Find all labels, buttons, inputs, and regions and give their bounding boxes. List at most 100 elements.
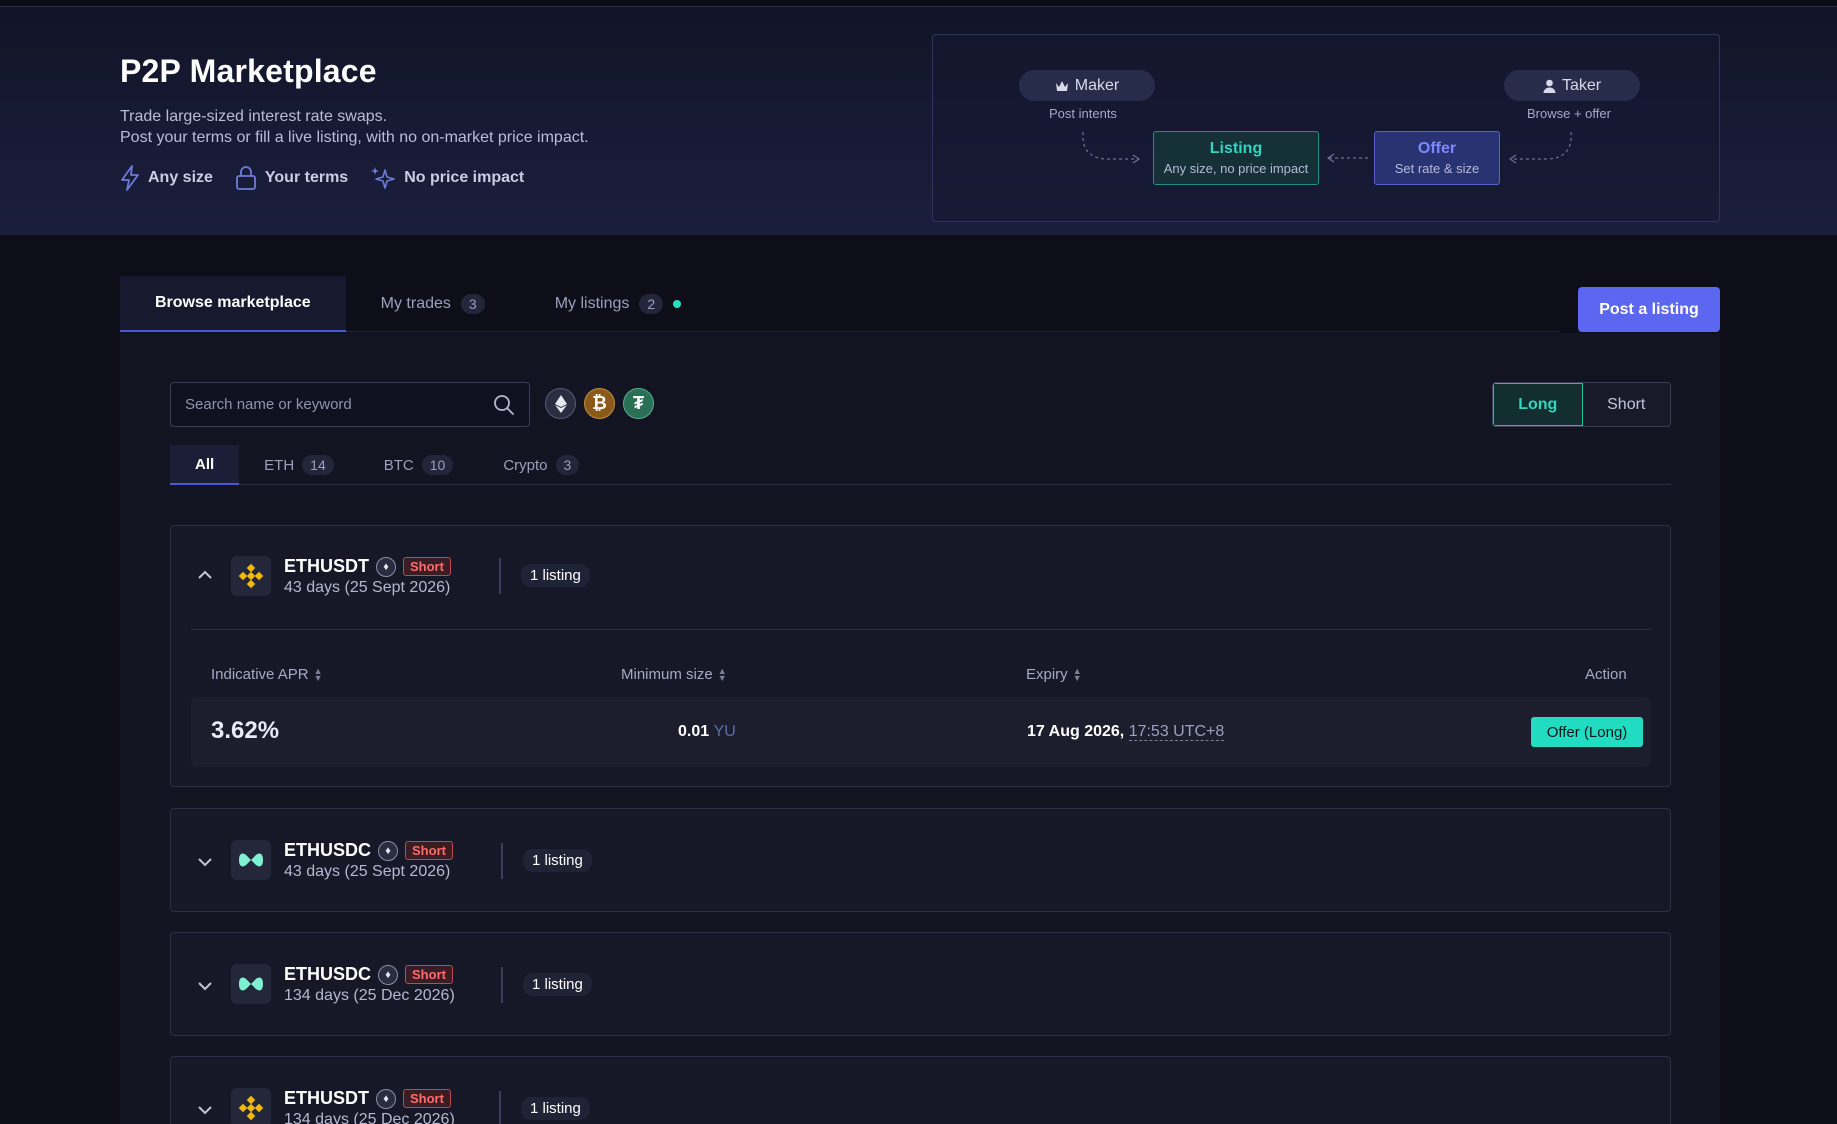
market-card-header[interactable]: ETHUSDC ♦ Short 134 days (25 Dec 2026) 1… [171, 933, 1670, 1033]
column-action: Action [1585, 666, 1627, 683]
tab-my-listings[interactable]: My listings 2 [520, 276, 716, 332]
filter-eth[interactable]: ETH 14 [239, 445, 359, 485]
column-min-size[interactable]: Minimum size ▲ ▼ [621, 666, 727, 683]
hero-subtitle: Trade large-sized interest rate swaps. P… [120, 106, 589, 148]
search-input[interactable] [185, 396, 493, 413]
listing-count-badge: 1 listing [521, 564, 590, 587]
lock-icon [236, 166, 256, 190]
card-divider [191, 629, 1651, 630]
ethereum-icon: ♦ [378, 964, 399, 985]
side-badge: Short [405, 841, 453, 860]
listing-node-title: Listing [1209, 140, 1263, 157]
market-card-header[interactable]: ETHUSDC ♦ Short 43 days (25 Sept 2026) 1… [171, 809, 1670, 909]
feature-any-size: Any size [120, 165, 213, 191]
sort-icon: ▲ ▼ [717, 665, 727, 683]
min-size-unit: YU [713, 723, 736, 740]
column-label: Indicative APR [211, 666, 309, 683]
pair-term: 43 days (25 Sept 2026) [284, 579, 451, 596]
pair-name: ETHUSDT [284, 556, 369, 576]
binance-icon [231, 1088, 271, 1124]
filter-count-badge: 14 [302, 455, 334, 475]
tether-icon[interactable]: ₮ [623, 388, 654, 419]
filter-all[interactable]: All [170, 445, 240, 485]
category-filters: All ETH 14 BTC 10 Crypto 3 [170, 445, 1671, 485]
notification-dot [673, 300, 682, 308]
expiry-time[interactable]: 17:53 UTC+8 [1128, 723, 1225, 741]
chevron-down-icon[interactable] [197, 1099, 213, 1120]
search-box [170, 382, 530, 427]
listing-count-badge: 1 listing [523, 849, 592, 872]
market-card: ETHUSDC ♦ Short 43 days (25 Sept 2026) 1… [170, 808, 1671, 912]
divider [501, 967, 503, 1003]
side-badge: Short [403, 1089, 451, 1108]
feature-your-terms: Your terms [235, 165, 348, 191]
tab-count-badge: 2 [639, 294, 664, 314]
side-badge: Short [403, 557, 451, 576]
column-label: Expiry [1026, 666, 1068, 683]
filter-label: Crypto [503, 456, 548, 474]
top-border [0, 0, 1837, 7]
ethereum-icon: ♦ [378, 840, 399, 861]
ethereum-icon: ♦ [376, 1088, 396, 1109]
maker-taker-diagram: Maker Post intents Taker Browse + offer … [932, 34, 1720, 222]
offer-long-button[interactable]: Offer (Long) [1531, 717, 1643, 747]
pair-title: ETHUSDT ♦ Short [284, 1088, 451, 1109]
filter-label: All [195, 455, 215, 473]
feature-label: No price impact [404, 169, 525, 186]
chevron-down-icon[interactable] [197, 851, 213, 872]
feature-label: Any size [148, 169, 213, 186]
market-card-header[interactable]: ETHUSDT ♦ Short 134 days (25 Dec 2026) 1… [171, 1057, 1670, 1124]
pair-name: ETHUSDT [284, 1088, 369, 1108]
ethereum-icon[interactable] [545, 388, 576, 419]
sort-icon: ▲ ▼ [313, 665, 323, 683]
tab-my-trades[interactable]: My trades 3 [346, 276, 520, 332]
long-option[interactable]: Long [1493, 383, 1583, 426]
pair-title: ETHUSDC ♦ Short [284, 964, 453, 985]
offer-node: Offer Set rate & size [1374, 131, 1500, 185]
hero-subtitle-line-1: Trade large-sized interest rate swaps. [120, 108, 388, 125]
binance-icon [231, 556, 271, 596]
feature-label: Your terms [264, 169, 349, 186]
filter-crypto[interactable]: Crypto 3 [478, 445, 604, 485]
post-listing-button[interactable]: Post a listing [1578, 287, 1720, 332]
listing-node-subtitle: Any size, no price impact [1163, 161, 1309, 176]
main-tabs: Browse marketplace My trades 3 My listin… [120, 276, 1560, 332]
min-size-amount: 0.01 [678, 723, 710, 740]
market-card: ETHUSDC ♦ Short 134 days (25 Dec 2026) 1… [170, 932, 1671, 1036]
short-option[interactable]: Short [1582, 383, 1670, 426]
hero-subtitle-line-2: Post your terms or fill a live listing, … [120, 129, 589, 146]
chevron-up-icon[interactable] [197, 564, 213, 585]
divider [499, 558, 501, 594]
tab-label: My listings [554, 295, 630, 312]
chevron-down-icon[interactable] [197, 975, 213, 996]
market-card: ETHUSDT ♦ Short 43 days (25 Sept 2026) 1… [170, 525, 1671, 787]
pair-title: ETHUSDC ♦ Short [284, 840, 453, 861]
sparkle-icon [371, 167, 396, 189]
market-card: ETHUSDT ♦ Short 134 days (25 Dec 2026) 1… [170, 1056, 1671, 1124]
column-apr[interactable]: Indicative APR ▲ ▼ [211, 666, 322, 683]
expiry-value: 17 Aug 2026, 17:53 UTC+8 [1027, 723, 1225, 741]
market-card-header[interactable]: ETHUSDT ♦ Short 43 days (25 Sept 2026) 1… [171, 526, 1670, 626]
filter-btc[interactable]: BTC 10 [359, 445, 479, 485]
hero-banner: P2P Marketplace Trade large-sized intere… [0, 7, 1837, 235]
pair-term: 134 days (25 Dec 2026) [284, 1111, 455, 1124]
hyperliquid-icon [231, 964, 271, 1004]
min-size-value: 0.01 YU [678, 723, 736, 741]
listing-count-badge: 1 listing [521, 1097, 590, 1120]
tab-browse-marketplace[interactable]: Browse marketplace [120, 276, 346, 332]
hyperliquid-icon [231, 840, 271, 880]
filter-label: ETH [264, 456, 295, 474]
filter-count-badge: 3 [555, 455, 580, 475]
bitcoin-icon[interactable]: ₿ [584, 388, 615, 419]
column-expiry[interactable]: Expiry ▲ ▼ [1026, 666, 1082, 683]
tab-label: My trades [380, 295, 451, 312]
column-label: Action [1585, 666, 1627, 683]
flow-arrows [1082, 131, 1572, 164]
search-icon[interactable] [493, 394, 515, 416]
direction-toggle: Long Short [1492, 382, 1671, 427]
apr-value: 3.62% [211, 717, 280, 744]
pair-title: ETHUSDT ♦ Short [284, 556, 451, 577]
page-title: P2P Marketplace [120, 53, 377, 89]
asset-filter-icons: ₿ ₮ [545, 388, 654, 419]
offer-node-subtitle: Set rate & size [1394, 161, 1480, 176]
